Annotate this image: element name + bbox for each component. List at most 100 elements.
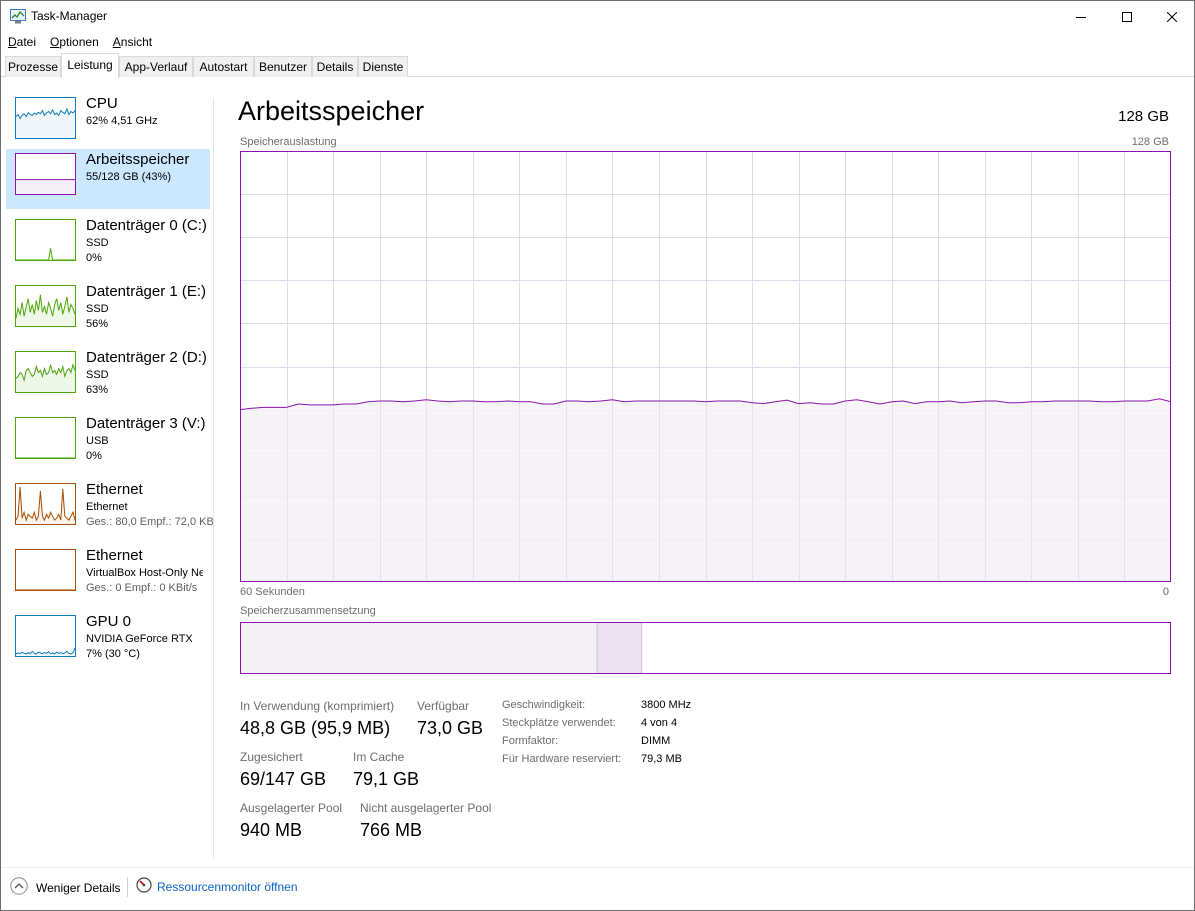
performance-sidebar: CPU 62% 4,51 GHz Arbeitsspeicher 55/128 …	[1, 77, 214, 867]
committed-label: Zugesichert	[240, 750, 303, 764]
task-manager-window: Task-Manager Datei Optionen Ansicht Proz…	[0, 0, 1195, 911]
menu-optionen[interactable]: Optionen	[43, 32, 106, 52]
sidebar-item-disk-2[interactable]: Datenträger 2 (D:) SSD 63%	[6, 347, 210, 407]
minimize-icon	[1076, 16, 1086, 18]
page-title: Arbeitsspeicher	[238, 96, 425, 126]
graph-time-span: 60 Sekunden	[240, 586, 305, 598]
ethernet-thumbnail-graph	[15, 483, 76, 525]
title-bar[interactable]: Task-Manager	[1, 1, 1194, 32]
sidebar-item-usage: 0%	[86, 252, 102, 264]
window-title: Task-Manager	[31, 9, 108, 23]
sidebar-item-detail: VirtualBox Host-Only Network	[86, 567, 203, 579]
paged-pool-value: 940 MB	[240, 820, 303, 840]
tab-app-verlauf[interactable]: App-Verlauf	[119, 56, 193, 77]
sidebar-item-disk-0[interactable]: Datenträger 0 (C:) SSD 0%	[6, 215, 210, 275]
speed-label: Geschwindigkeit:	[502, 699, 586, 711]
fewer-details-button[interactable]: Weniger Details	[10, 877, 120, 898]
sidebar-item-detail: 62% 4,51 GHz	[86, 115, 158, 127]
sidebar-item-ethernet[interactable]: Ethernet Ethernet Ges.: 80,0 Empf.: 72,0…	[6, 479, 214, 539]
sidebar-item-title: CPU	[86, 95, 118, 112]
sidebar-item-gpu-0[interactable]: GPU 0 NVIDIA GeForce RTX 7% (30 °C)	[6, 611, 210, 671]
slots-value: 4 von 4	[641, 717, 678, 729]
maximize-button[interactable]	[1104, 1, 1150, 32]
mini-graph-line	[15, 486, 76, 522]
task-manager-icon	[10, 9, 26, 24]
sidebar-item-usage: 7% (30 °C)	[86, 648, 140, 660]
mini-graph-fill	[16, 248, 75, 260]
sidebar-item-detail: SSD	[86, 237, 109, 249]
resource-monitor-icon	[136, 877, 152, 896]
close-icon	[1167, 11, 1177, 22]
sidebar-divider	[213, 98, 214, 858]
disk-2-thumbnail-graph	[15, 351, 76, 393]
sidebar-item-usage: 0%	[86, 450, 102, 462]
tab-dienste[interactable]: Dienste	[358, 56, 408, 77]
tab-leistung[interactable]: Leistung	[61, 53, 119, 78]
tab-details[interactable]: Details	[312, 56, 358, 77]
tab-bar: Prozesse App-Verlauf Autostart Benutzer …	[1, 53, 1194, 78]
tab-prozesse[interactable]: Prozesse	[5, 56, 61, 77]
sidebar-item-memory[interactable]: Arbeitsspeicher 55/128 GB (43%)	[6, 149, 210, 209]
gpu-thumbnail-graph	[15, 615, 76, 657]
mini-graph-border	[15, 615, 76, 657]
menu-bar: Datei Optionen Ansicht	[1, 32, 159, 52]
sidebar-item-detail: 55/128 GB (43%)	[86, 171, 171, 183]
composition-in-use[interactable]	[240, 622, 598, 674]
mini-graph-border	[15, 219, 76, 261]
sidebar-item-title: Arbeitsspeicher	[86, 151, 190, 168]
composition-label: Speicherzusammensetzung	[240, 605, 376, 617]
paged-pool-label: Ausgelagerter Pool	[240, 801, 343, 815]
resource-monitor-link[interactable]: Ressourcenmonitor öffnen	[136, 877, 298, 896]
mini-graph-line	[16, 248, 75, 261]
memory-thumbnail-graph	[15, 153, 76, 195]
sidebar-item-title: Ethernet	[86, 481, 143, 498]
cached-value: 79,1 GB	[353, 769, 420, 789]
minimize-button[interactable]	[1058, 1, 1104, 32]
memory-composition-bar[interactable]	[240, 622, 1171, 674]
disk-3-thumbnail-graph	[15, 417, 76, 459]
sidebar-item-detail: Ethernet	[86, 501, 128, 513]
hardware-reserved-value: 79,3 MB	[641, 753, 682, 765]
menu-ansicht[interactable]: Ansicht	[106, 32, 159, 52]
form-factor-label: Formfaktor:	[502, 735, 559, 747]
hardware-reserved-label: Für Hardware reserviert:	[502, 753, 622, 765]
sidebar-item-throughput: Ges.: 0 Empf.: 0 KBit/s	[86, 582, 198, 594]
resource-monitor-label: Ressourcenmonitor öffnen	[157, 879, 298, 894]
menu-datei[interactable]: Datei	[1, 32, 43, 52]
composition-modified[interactable]	[596, 622, 643, 674]
nonpaged-pool-value: 766 MB	[360, 820, 423, 840]
sidebar-item-disk-1[interactable]: Datenträger 1 (E:) SSD 56%	[6, 281, 210, 341]
committed-value: 69/147 GB	[240, 769, 327, 789]
sidebar-item-title: Datenträger 1 (E:)	[86, 283, 207, 300]
footer-divider	[1, 867, 1194, 868]
sidebar-item-cpu[interactable]: CPU 62% 4,51 GHz	[6, 93, 210, 153]
sidebar-item-detail: NVIDIA GeForce RTX	[86, 633, 192, 645]
sidebar-item-title: Datenträger 3 (V:)	[86, 415, 206, 432]
tab-autostart[interactable]: Autostart	[193, 56, 254, 77]
nonpaged-pool-label: Nicht ausgelagerter Pool	[360, 801, 492, 815]
in-use-value: 48,8 GB (95,9 MB)	[240, 718, 391, 738]
disk-0-thumbnail-graph	[15, 219, 76, 261]
close-button[interactable]	[1149, 1, 1195, 32]
sidebar-item-title: GPU 0	[86, 613, 132, 630]
sidebar-item-detail: SSD	[86, 303, 109, 315]
fewer-details-label: Weniger Details	[36, 880, 121, 895]
mini-graph-border	[15, 549, 76, 591]
sidebar-item-usage: 56%	[86, 318, 109, 330]
available-value: 73,0 GB	[417, 718, 484, 738]
sidebar-item-detail: USB	[86, 435, 109, 447]
sidebar-item-disk-3[interactable]: Datenträger 3 (V:) USB 0%	[6, 413, 210, 473]
sidebar-item-ethernet-virtualbox[interactable]: Ethernet VirtualBox Host-Only Network Ge…	[6, 545, 210, 605]
memory-total: 128 GB	[1118, 108, 1169, 125]
cpu-thumbnail-graph	[15, 97, 76, 139]
sidebar-item-title: Datenträger 2 (D:)	[86, 349, 207, 366]
available-label: Verfügbar	[417, 699, 470, 713]
disk-1-thumbnail-graph	[15, 285, 76, 327]
in-use-label: In Verwendung (komprimiert)	[240, 699, 395, 713]
sidebar-item-detail: SSD	[86, 369, 109, 381]
form-factor-value: DIMM	[641, 735, 671, 747]
usage-graph-label: Speicherauslastung	[240, 136, 337, 148]
sidebar-item-title: Ethernet	[86, 547, 143, 564]
slots-label: Steckplätze verwendet:	[502, 717, 616, 729]
tab-benutzer[interactable]: Benutzer	[254, 56, 312, 77]
